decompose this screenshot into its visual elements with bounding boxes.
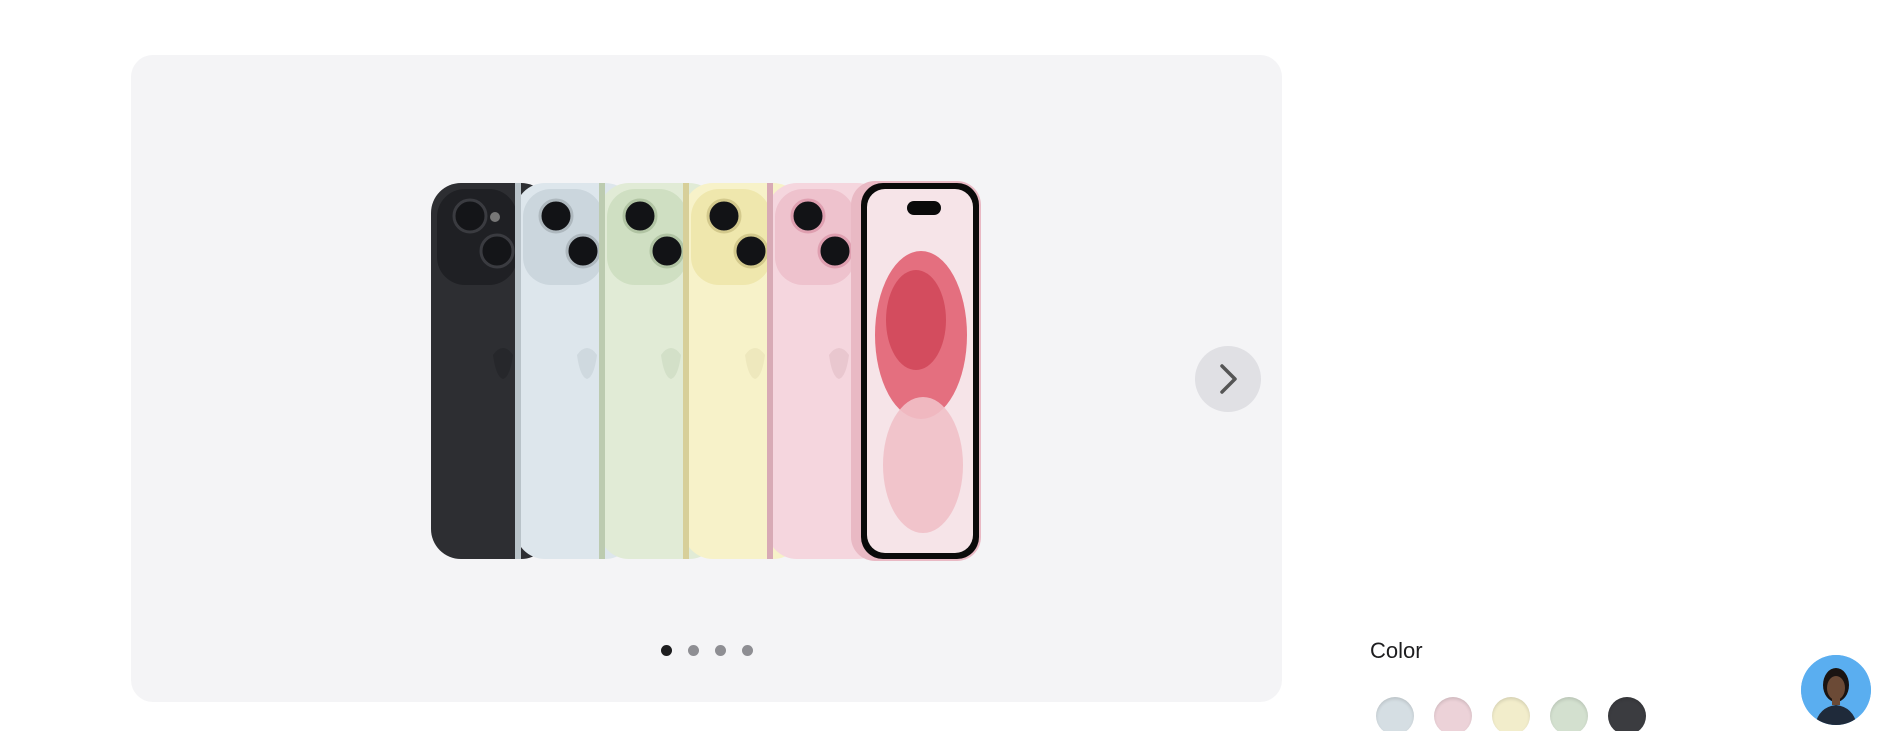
swatch-green[interactable] <box>1550 697 1588 731</box>
slide-dot-4[interactable] <box>741 645 753 656</box>
slide-indicators <box>131 645 1282 656</box>
product-page: Color <box>0 0 1900 731</box>
color-heading: Color <box>1370 638 1423 663</box>
specialist-avatar-icon <box>1801 655 1871 725</box>
chevron-right-icon <box>1220 364 1237 394</box>
slide-dot-3[interactable] <box>714 645 726 656</box>
slide-dot-2[interactable] <box>687 645 699 656</box>
color-swatches <box>1376 697 1646 731</box>
product-image <box>431 181 981 561</box>
phone-front <box>851 181 981 561</box>
swatch-pink[interactable] <box>1434 697 1472 731</box>
slide-dot-1[interactable] <box>660 645 672 656</box>
swatch-blue[interactable] <box>1376 697 1414 731</box>
swatch-black[interactable] <box>1608 697 1646 731</box>
chat-specialist-avatar[interactable] <box>1801 655 1871 725</box>
next-slide-button[interactable] <box>1195 346 1261 412</box>
product-gallery <box>131 55 1282 702</box>
swatch-yellow[interactable] <box>1492 697 1530 731</box>
